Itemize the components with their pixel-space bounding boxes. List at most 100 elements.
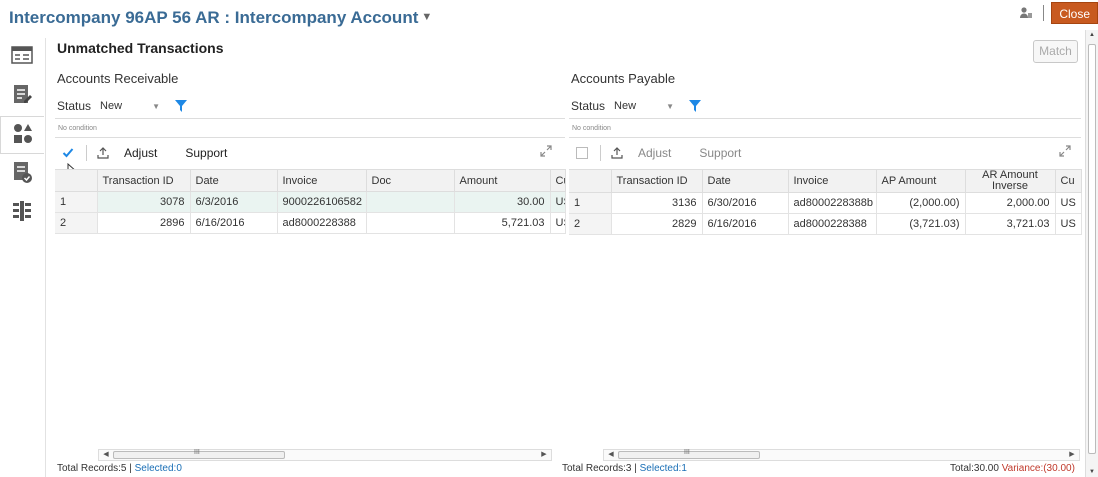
ap-col-header[interactable]: AP Amount xyxy=(876,169,966,193)
ap-scroll-thumb[interactable]: III xyxy=(618,449,760,459)
cell: 2,000.00 xyxy=(965,192,1056,214)
ar-adjust-button[interactable]: Adjust xyxy=(124,146,157,160)
toolbar-divider xyxy=(86,145,87,161)
ap-condition-row: No condition xyxy=(569,118,1081,138)
ap-col-header[interactable]: Transaction ID xyxy=(611,169,703,193)
cell: 9000226106582 xyxy=(277,191,367,213)
ar-col-header[interactable]: Transaction ID xyxy=(97,169,191,192)
cell: ad8000228388b xyxy=(788,192,877,214)
rail-button-split[interactable] xyxy=(0,194,44,232)
ap-total-records: Total Records:3 | xyxy=(562,463,640,474)
cell: US xyxy=(1055,192,1082,214)
ar-col-header[interactable]: Invoice xyxy=(277,169,367,192)
top-right-actions: Close xyxy=(1015,0,1098,26)
ar-col-header xyxy=(55,169,98,192)
expand-icon[interactable] xyxy=(1059,145,1073,159)
ar-col-header[interactable]: Amount xyxy=(454,169,551,192)
ar-status-label: Status xyxy=(57,99,92,113)
ar-status-select[interactable]: New ▼ xyxy=(96,96,166,116)
split-view-icon xyxy=(12,200,32,227)
ap-toolbar: Adjust Support xyxy=(569,141,1081,165)
ap-status-filter: Status New ▼ xyxy=(571,96,703,116)
ar-col-header[interactable]: Date xyxy=(190,169,278,192)
toolbar-divider xyxy=(600,145,601,161)
ap-adjust-button[interactable]: Adjust xyxy=(638,146,671,160)
scroll-down-icon[interactable]: ▼ xyxy=(1089,469,1095,475)
ar-col-header[interactable]: Doc xyxy=(366,169,455,192)
ar-horizontal-scrollbar[interactable]: ◀ III ▶ xyxy=(98,449,552,461)
table-row[interactable]: 2 2829 6/16/2016 ad8000228388 (3,721.03)… xyxy=(569,213,1082,235)
cell: US xyxy=(550,212,566,234)
ar-selected-count[interactable]: Selected:0 xyxy=(135,463,182,474)
edit-notes-icon xyxy=(12,84,32,109)
ap-status-value: New xyxy=(614,100,637,112)
ar-status-filter: Status New ▼ xyxy=(57,96,189,116)
window-title-text: Intercompany 96AP 56 AR : Intercompany A… xyxy=(9,8,419,27)
rail-button-shapes[interactable] xyxy=(0,116,44,154)
cell: 2829 xyxy=(611,213,703,235)
cell: 6/3/2016 xyxy=(190,191,278,213)
rail-button-edit[interactable] xyxy=(0,77,44,115)
export-icon[interactable] xyxy=(95,145,111,161)
vertical-scroll-thumb[interactable] xyxy=(1088,44,1096,454)
chevron-down-icon: ▼ xyxy=(152,101,161,111)
cell: 6/30/2016 xyxy=(702,192,789,214)
scroll-right-icon[interactable]: ▶ xyxy=(539,450,549,460)
cell: US xyxy=(1055,213,1082,235)
ap-col-header[interactable]: Invoice xyxy=(788,169,877,193)
ap-status-select[interactable]: New ▼ xyxy=(610,96,680,116)
row-number: 2 xyxy=(569,213,612,235)
cell: ad8000228388 xyxy=(788,213,877,235)
ap-col-header[interactable]: AR Amount Inverse xyxy=(965,169,1056,193)
filter-icon[interactable] xyxy=(689,99,703,113)
ap-col-header[interactable]: Cu xyxy=(1055,169,1082,193)
ap-status-label: Status xyxy=(571,99,606,113)
cell: ad8000228388 xyxy=(277,212,367,234)
page-vertical-scrollbar[interactable]: ▲ ▼ xyxy=(1085,30,1098,477)
cell xyxy=(366,212,455,234)
chevron-down-icon[interactable]: ▼ xyxy=(421,11,432,23)
ap-col-header[interactable]: Date xyxy=(702,169,789,193)
rail-button-approve[interactable] xyxy=(0,155,44,193)
left-rail xyxy=(0,38,46,477)
match-button[interactable]: Match xyxy=(1033,40,1078,63)
table-row[interactable]: 1 3136 6/30/2016 ad8000228388b (2,000.00… xyxy=(569,192,1082,214)
cell: (3,721.03) xyxy=(876,213,966,235)
rail-button-details[interactable] xyxy=(0,38,44,76)
ap-selected-count[interactable]: Selected:1 xyxy=(640,463,687,474)
ap-support-button[interactable]: Support xyxy=(699,146,741,160)
scroll-up-icon[interactable]: ▲ xyxy=(1089,32,1095,38)
window-title[interactable]: Intercompany 96AP 56 AR : Intercompany A… xyxy=(9,8,432,28)
summary-variance: Variance:(30.00) xyxy=(1001,463,1075,474)
ar-grid: Transaction ID Date Invoice Doc Amount C… xyxy=(55,169,566,234)
ar-scroll-thumb[interactable]: III xyxy=(113,449,285,459)
select-all-checkbox[interactable] xyxy=(58,143,78,163)
chevron-down-icon: ▼ xyxy=(666,101,675,111)
scroll-left-icon[interactable]: ◀ xyxy=(606,450,616,460)
export-icon[interactable] xyxy=(609,145,625,161)
table-row[interactable]: 1 3078 6/3/2016 9000226106582 30.00 US xyxy=(55,191,566,213)
expand-icon[interactable] xyxy=(540,145,554,159)
ar-condition-row: No condition xyxy=(55,118,565,138)
ar-toolbar: Adjust Support xyxy=(55,141,565,165)
table-row[interactable]: 2 2896 6/16/2016 ad8000228388 5,721.03 U… xyxy=(55,212,566,234)
user-settings-icon[interactable] xyxy=(1015,2,1037,24)
scroll-left-icon[interactable]: ◀ xyxy=(101,450,111,460)
cell: 3078 xyxy=(97,191,191,213)
rail-divider xyxy=(45,38,46,477)
close-button[interactable]: Close xyxy=(1051,2,1098,24)
filter-icon[interactable] xyxy=(175,99,189,113)
section-title: Unmatched Transactions xyxy=(57,40,224,56)
ar-support-button[interactable]: Support xyxy=(185,146,227,160)
checked-notes-icon xyxy=(12,161,32,188)
shapes-icon xyxy=(12,122,34,149)
summary-total: Total:30.00 xyxy=(950,463,1002,474)
select-all-checkbox[interactable] xyxy=(572,143,592,163)
scroll-right-icon[interactable]: ▶ xyxy=(1067,450,1077,460)
ap-scroll-grip: III xyxy=(684,449,690,456)
cell: 6/16/2016 xyxy=(190,212,278,234)
cell: US xyxy=(550,191,566,213)
ap-horizontal-scrollbar[interactable]: ◀ III ▶ xyxy=(603,449,1080,461)
ar-col-header[interactable]: Cu xyxy=(550,169,566,192)
ar-footer: Total Records:5 | Selected:0 xyxy=(57,463,182,474)
